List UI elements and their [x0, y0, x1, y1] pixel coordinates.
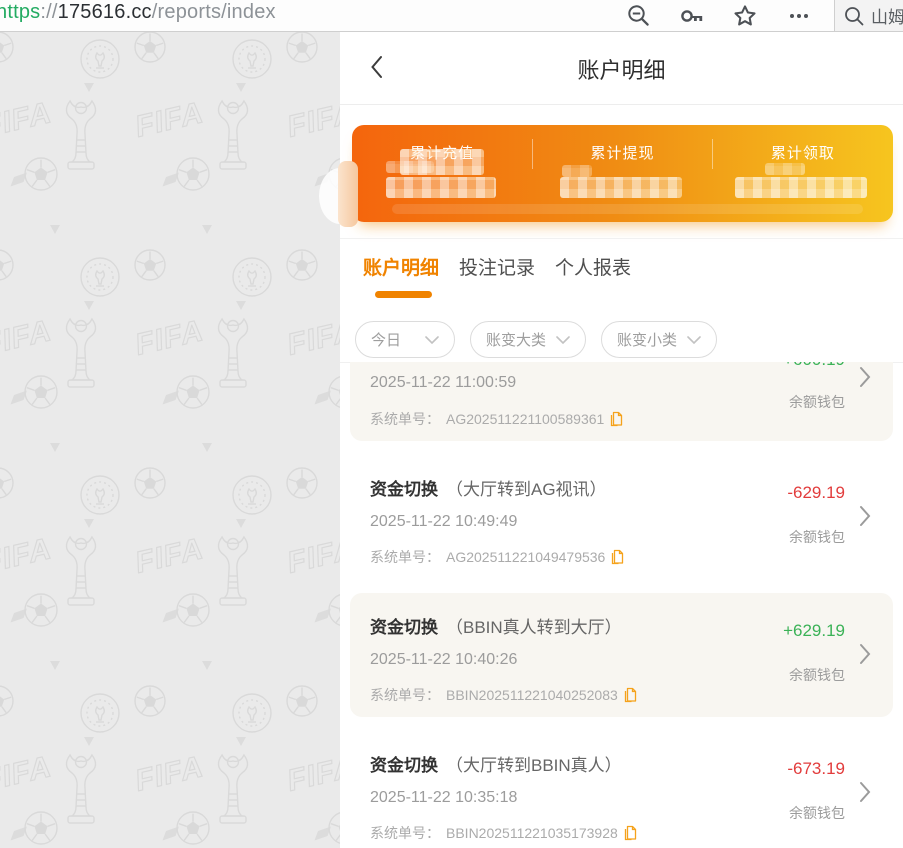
url-text[interactable]: https://175616.cc/reports/index	[0, 1, 276, 24]
tab-bar: 账户明细 投注记录 个人报表	[363, 253, 631, 280]
transaction-title: 资金切换 （大厅转到AG视讯）	[370, 475, 607, 500]
wallet-label: 余额钱包	[789, 392, 845, 412]
summary-card: 累计充值 累计提现 累计领取	[352, 125, 893, 222]
url-path: /reports/index	[152, 1, 276, 23]
transaction-date: 2025-11-22 10:35:18	[370, 789, 517, 807]
transaction-type: 资金切换	[370, 618, 438, 637]
active-tab-underline	[375, 291, 432, 298]
filter-bar: 今日 账变大类 账变小类	[355, 321, 717, 358]
fifa-watermark-background: FIFA	[0, 31, 340, 848]
filter-major-label: 账变大类	[486, 329, 546, 350]
tab-personal-report[interactable]: 个人报表	[555, 253, 631, 280]
transaction-date: 2025-11-22 10:40:26	[370, 651, 517, 669]
transaction-order: 系统单号： AG202511221100589361	[370, 409, 623, 429]
transaction-amount: +629.19	[783, 621, 845, 641]
browser-side-search[interactable]: 山姆	[834, 0, 903, 31]
tab-account-detail[interactable]: 账户明细	[363, 253, 439, 280]
censor-mosaic	[386, 161, 434, 173]
transaction-amount: +600.19	[783, 362, 845, 370]
page-header: 账户明细	[340, 31, 903, 105]
section-divider	[340, 238, 903, 239]
transaction-item[interactable]: 资金切换 （大厅转到BBIN真人） 2025-11-22 10:35:18 系统单…	[350, 731, 893, 848]
order-number: AG202511221049479536	[446, 549, 605, 565]
fifa-pattern-svg: FIFA	[0, 31, 340, 848]
filter-minor-label: 账变小类	[617, 329, 677, 350]
transaction-title: 资金切换 （BBIN真人转到大厅）	[370, 613, 622, 638]
transaction-order: 系统单号： AG202511221049479536	[370, 547, 624, 567]
transaction-subtitle: （大厅转到BBIN真人）	[446, 756, 622, 775]
order-number: BBIN202511221040252083	[446, 687, 618, 703]
browser-address-bar[interactable]: https://175616.cc/reports/index 山姆	[0, 0, 903, 32]
transaction-date: 2025-11-22 10:49:49	[370, 513, 517, 531]
more-menu-icon[interactable]	[786, 3, 812, 29]
transaction-item-partial[interactable]: +600.19 余额钱包 2025-11-22 11:00:59 系统单号： AG…	[350, 362, 893, 441]
order-prefix: 系统单号：	[370, 685, 440, 705]
url-scheme: https	[0, 1, 40, 23]
censored-value	[560, 177, 682, 198]
censor-mosaic	[562, 165, 592, 177]
order-number: AG202511221100589361	[446, 411, 604, 427]
chevron-right-icon[interactable]	[859, 781, 871, 803]
transaction-item[interactable]: 资金切换 （BBIN真人转到大厅） 2025-11-22 10:40:26 系统单…	[350, 593, 893, 717]
chevron-down-icon	[425, 336, 439, 344]
wallet-label: 余额钱包	[789, 803, 845, 823]
card-sheen	[392, 204, 863, 214]
chevron-right-icon[interactable]	[859, 505, 871, 527]
copy-icon[interactable]	[624, 687, 637, 703]
filter-date[interactable]: 今日	[355, 321, 455, 358]
order-prefix: 系统单号：	[370, 823, 440, 843]
star-bookmark-icon[interactable]	[732, 3, 758, 29]
chevron-right-icon[interactable]	[859, 366, 871, 388]
transaction-type: 资金切换	[370, 756, 438, 775]
filter-date-label: 今日	[371, 329, 401, 350]
transaction-subtitle: （大厅转到AG视讯）	[446, 480, 607, 499]
tab-bet-records[interactable]: 投注记录	[459, 253, 535, 280]
zoom-out-icon[interactable]	[626, 3, 651, 28]
summary-label-claim: 累计领取	[771, 145, 835, 162]
chevron-down-icon	[687, 336, 701, 344]
transaction-order: 系统单号： BBIN202511221035173928	[370, 823, 637, 843]
censored-value	[735, 177, 867, 198]
page-title: 账户明细	[340, 53, 903, 85]
order-prefix: 系统单号：	[370, 409, 440, 429]
search-icon	[843, 5, 865, 27]
key-icon[interactable]	[679, 3, 705, 29]
url-host: 175616.cc	[58, 1, 152, 23]
wallet-label: 余额钱包	[789, 665, 845, 685]
copy-icon[interactable]	[611, 549, 624, 565]
side-search-text: 山姆	[871, 3, 903, 28]
order-prefix: 系统单号：	[370, 547, 440, 567]
transaction-date: 2025-11-22 11:00:59	[370, 374, 516, 392]
copy-icon[interactable]	[624, 825, 637, 841]
copy-icon[interactable]	[610, 411, 623, 427]
chevron-down-icon	[556, 336, 570, 344]
transaction-item[interactable]: 资金切换 （大厅转到AG视讯） 2025-11-22 10:49:49 系统单号：…	[350, 455, 893, 579]
url-separator: ://	[40, 1, 57, 23]
transaction-list: +600.19 余额钱包 2025-11-22 11:00:59 系统单号： AG…	[340, 362, 903, 848]
censor-mosaic	[765, 163, 805, 175]
censored-value	[386, 177, 496, 198]
transaction-title: 资金切换 （大厅转到BBIN真人）	[370, 751, 622, 776]
wallet-label: 余额钱包	[789, 527, 845, 547]
summary-label-withdraw: 累计提现	[590, 145, 654, 162]
filter-minor-category[interactable]: 账变小类	[601, 321, 717, 358]
chevron-right-icon[interactable]	[859, 643, 871, 665]
transaction-order: 系统单号： BBIN202511221040252083	[370, 685, 637, 705]
order-number: BBIN202511221035173928	[446, 825, 618, 841]
main-panel: 账户明细 累计充值 累计提现 累计领取 账户明细 投注记录	[340, 31, 903, 848]
transaction-type: 资金切换	[370, 480, 438, 499]
transaction-subtitle: （BBIN真人转到大厅）	[446, 618, 622, 637]
side-handle[interactable]	[338, 161, 358, 227]
transaction-amount: -673.19	[787, 759, 845, 779]
filter-major-category[interactable]: 账变大类	[470, 321, 586, 358]
transaction-amount: -629.19	[787, 483, 845, 503]
